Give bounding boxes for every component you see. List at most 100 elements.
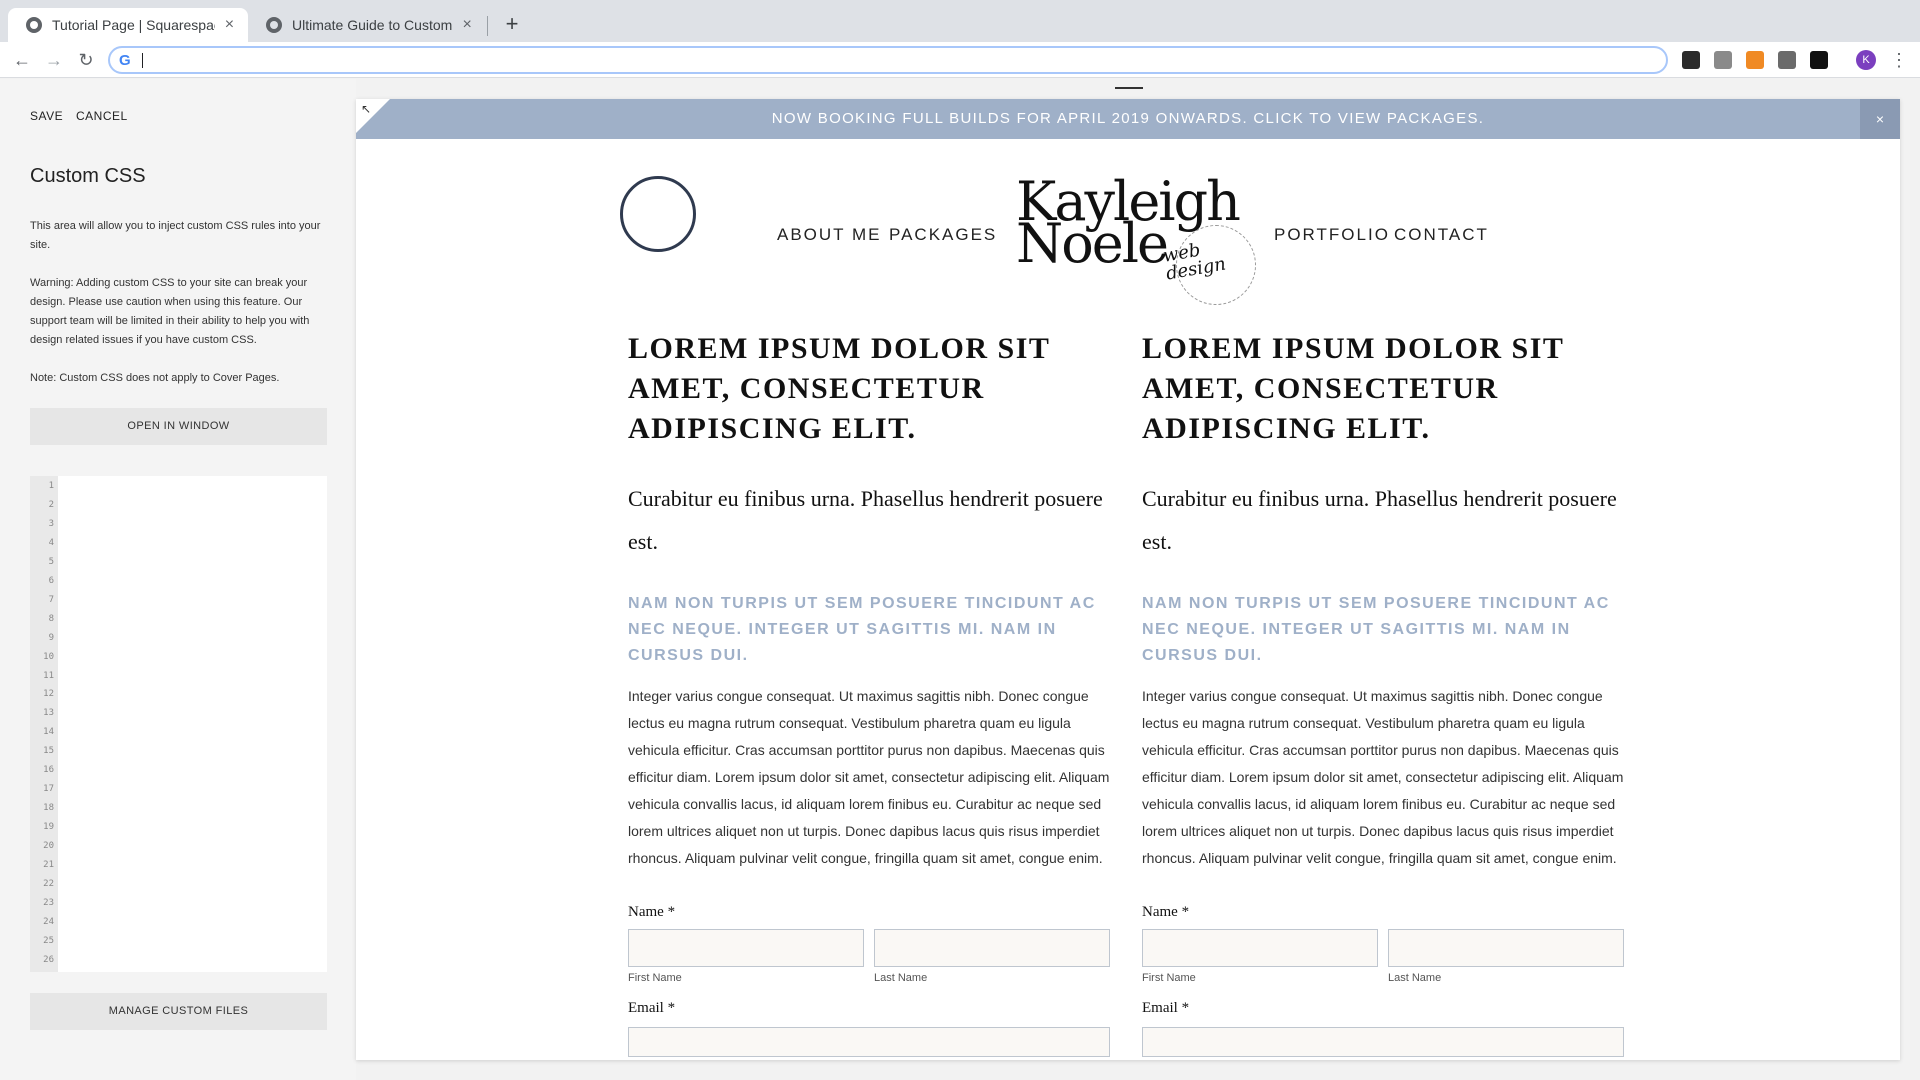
announcement-banner[interactable]: NOW BOOKING FULL BUILDS FOR APRIL 2019 O… — [356, 99, 1900, 139]
circle-logo-icon[interactable] — [620, 176, 696, 252]
save-button[interactable]: SAVE — [30, 109, 63, 123]
reload-icon[interactable]: ↻ — [72, 46, 100, 74]
browser-toolbar: ← → ↻ G K ⋮ — [0, 42, 1920, 78]
tab-title: Ultimate Guide to Customising — [292, 17, 453, 33]
site-preview-frame: NOW BOOKING FULL BUILDS FOR APRIL 2019 O… — [356, 99, 1900, 1060]
line-number: 24 — [43, 916, 54, 927]
line-number: 19 — [43, 822, 54, 833]
browser-menu-icon[interactable]: ⋮ — [1890, 46, 1908, 74]
first-name-input[interactable] — [628, 929, 864, 967]
profile-avatar[interactable]: K — [1856, 50, 1876, 70]
camera-icon[interactable] — [1714, 51, 1732, 69]
logo-ring-emblem — [1176, 225, 1256, 305]
back-arrow-icon[interactable]: ← — [8, 46, 36, 74]
name-sub-labels: First Name Last Name — [1142, 972, 1632, 984]
line-number: 22 — [43, 878, 54, 889]
first-name-input[interactable] — [1142, 929, 1378, 967]
line-number: 14 — [43, 727, 54, 738]
line-number: 12 — [43, 689, 54, 700]
name-sub-labels: First Name Last Name — [628, 972, 1118, 984]
nav-link-contact[interactable]: CONTACT — [1394, 225, 1489, 245]
email-input[interactable] — [628, 1027, 1110, 1057]
panel-title: Custom CSS — [30, 165, 146, 187]
line-number: 11 — [43, 670, 54, 681]
google-icon: G — [119, 52, 131, 69]
todo-icon[interactable] — [1682, 51, 1700, 69]
panel-warning-text: Warning: Adding custom CSS to your site … — [30, 277, 310, 346]
line-number: 17 — [43, 784, 54, 795]
panel-note-text: Note: Custom CSS does not apply to Cover… — [30, 372, 280, 384]
browser-tab-strip: Tutorial Page | Squarespace De × Ultimat… — [0, 0, 1920, 42]
name-field-label: Name * — [1142, 904, 1190, 920]
cancel-button[interactable]: CANCEL — [76, 109, 128, 123]
line-number: 2 — [48, 499, 54, 510]
close-tab-icon[interactable]: × — [460, 16, 474, 34]
close-tab-icon[interactable]: × — [223, 16, 236, 34]
line-number: 16 — [43, 765, 54, 776]
email-field-label: Email * — [628, 1000, 676, 1016]
section-body-text: Integer varius congue consequat. Ut maxi… — [1142, 688, 1624, 866]
new-tab-button[interactable]: + — [498, 10, 526, 38]
logo-line-2: Noele — [1016, 212, 1169, 275]
squarespace-favicon-icon — [26, 17, 42, 33]
line-number: 20 — [43, 841, 54, 852]
line-number: 9 — [48, 632, 54, 643]
line-number: 13 — [43, 708, 54, 719]
line-number: 23 — [43, 897, 54, 908]
collapse-preview-button[interactable]: ↖ — [356, 99, 390, 139]
line-number: 1 — [48, 481, 54, 491]
expand-arrow-icon: ↖ — [361, 102, 372, 116]
section-caps-text: NAM NON TURPIS UT SEM POSUERE TINCIDUNT … — [1142, 595, 1610, 664]
section-subhead: Curabitur eu finibus urna. Phasellus hen… — [1142, 486, 1617, 554]
tab-title: Tutorial Page | Squarespace De — [52, 17, 215, 33]
line-number: 25 — [43, 935, 54, 946]
text-caret — [142, 53, 143, 68]
line-number: 8 — [48, 613, 54, 624]
banner-text: NOW BOOKING FULL BUILDS FOR APRIL 2019 O… — [771, 110, 1485, 127]
manage-custom-files-button[interactable]: MANAGE CUSTOM FILES — [30, 993, 327, 1030]
line-number: 6 — [48, 575, 54, 586]
line-number: 7 — [48, 594, 54, 605]
line-number: 18 — [43, 803, 54, 814]
panel-intro-text: This area will allow you to inject custo… — [30, 220, 321, 251]
name-inputs — [1142, 929, 1632, 967]
last-name-input[interactable] — [874, 929, 1110, 967]
address-bar[interactable]: G — [108, 46, 1668, 74]
first-name-label: First Name — [1142, 972, 1196, 984]
bold-b-icon[interactable] — [1810, 51, 1828, 69]
line-number-gutter: 1 2 3 4 5 6 7 8 9 10 11 12 13 14 15 16 17 18 19 20 21 22 23 24 2… — [30, 476, 58, 972]
line-number: 21 — [43, 860, 54, 870]
section-headline: LOREM IPSUM DOLOR SIT AMET, CONSECTETUR … — [1142, 332, 1564, 445]
email-input[interactable] — [1142, 1027, 1624, 1057]
name-inputs — [628, 929, 1118, 967]
browser-tab-guide[interactable]: Ultimate Guide to Customising × — [248, 8, 486, 42]
badge-icon[interactable] — [1746, 51, 1764, 69]
line-number: 3 — [48, 518, 54, 529]
section-caps-text: NAM NON TURPIS UT SEM POSUERE TINCIDUNT … — [628, 595, 1096, 664]
line-number: 4 — [48, 537, 54, 548]
name-field-label: Name * — [628, 904, 676, 920]
eyedropper-icon[interactable] — [1778, 51, 1796, 69]
section-body-text: Integer varius congue consequat. Ut maxi… — [628, 688, 1110, 866]
browser-tab-tutorial[interactable]: Tutorial Page | Squarespace De × — [8, 8, 248, 42]
open-in-window-button[interactable]: OPEN IN WINDOW — [30, 408, 327, 445]
section-subhead: Curabitur eu finibus urna. Phasellus hen… — [628, 486, 1103, 554]
nav-link-portfolio[interactable]: PORTFOLIO — [1274, 225, 1390, 245]
last-name-input[interactable] — [1388, 929, 1624, 967]
line-number: 5 — [48, 556, 54, 567]
forward-arrow-icon[interactable]: → — [40, 46, 68, 74]
preview-drag-handle[interactable] — [1115, 87, 1143, 89]
squarespace-favicon-icon — [266, 17, 282, 33]
site-logo[interactable]: Kayleigh Noele web design — [1016, 175, 1266, 305]
last-name-label: Last Name — [874, 972, 928, 984]
content-column-left: LOREM IPSUM DOLOR SIT AMET, CONSECTETUR … — [628, 329, 1118, 1057]
css-code-editor[interactable]: 1 2 3 4 5 6 7 8 9 10 11 12 13 14 15 16 17 18 19 20 21 22 23 24 2… — [30, 476, 327, 972]
line-number: 15 — [43, 746, 54, 757]
line-number: 10 — [43, 651, 54, 662]
nav-link-packages[interactable]: PACKAGES — [889, 225, 997, 245]
nav-link-about[interactable]: ABOUT ME — [777, 225, 881, 245]
section-headline: LOREM IPSUM DOLOR SIT AMET, CONSECTETUR … — [628, 332, 1050, 445]
banner-close-icon[interactable]: × — [1860, 99, 1900, 139]
last-name-label: Last Name — [1388, 972, 1442, 984]
line-number: 26 — [43, 954, 54, 965]
